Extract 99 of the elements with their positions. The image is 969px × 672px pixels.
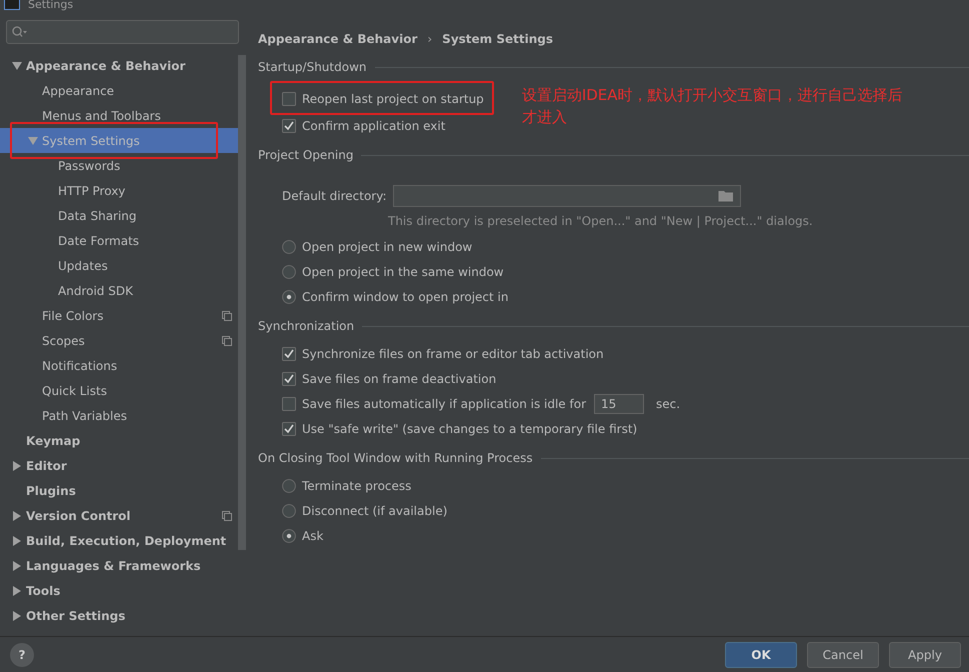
- tree-item-label: Plugins: [26, 484, 76, 498]
- tree-item[interactable]: Scopes: [0, 328, 238, 353]
- collapsed-arrow-icon[interactable]: [12, 586, 22, 596]
- radio-button[interactable]: [282, 240, 296, 254]
- tree-item[interactable]: Version Control: [0, 503, 238, 528]
- dialog-button[interactable]: Cancel: [807, 642, 879, 668]
- radio-button[interactable]: [282, 504, 296, 518]
- tree-item[interactable]: Quick Lists: [0, 378, 238, 403]
- collapsed-arrow-icon[interactable]: [12, 461, 22, 471]
- tree-item-label: Menus and Toolbars: [42, 108, 161, 122]
- directory-field[interactable]: [392, 185, 741, 207]
- tree-item[interactable]: Plugins: [0, 478, 238, 503]
- tree-item-label: Other Settings: [26, 608, 126, 622]
- tree-item[interactable]: Date Formats: [0, 228, 238, 253]
- input-field[interactable]: 15: [594, 394, 644, 414]
- checked-checkbox[interactable]: [282, 346, 296, 360]
- tree-item[interactable]: Menus and Toolbars: [0, 103, 238, 128]
- tree-item-label: HTTP Proxy: [58, 184, 126, 198]
- tree-item[interactable]: Data Sharing: [0, 203, 238, 228]
- tree-item-label: Appearance & Behavior: [26, 58, 186, 72]
- tree-item[interactable]: File Colors: [0, 303, 238, 328]
- dialog-button[interactable]: Apply: [889, 642, 961, 668]
- window-title: Settings: [28, 0, 74, 10]
- tree-item-label: Notifications: [42, 358, 118, 372]
- tree-item-label: Android SDK: [58, 284, 133, 298]
- tree-item[interactable]: Path Variables: [0, 403, 238, 428]
- section-title: Synchronization: [258, 319, 354, 333]
- collapsed-arrow-icon[interactable]: [12, 511, 22, 521]
- checkbox-label[interactable]: Use "safe write" (save changes to a temporary file first): [302, 422, 638, 436]
- tree-item[interactable]: Passwords: [0, 153, 238, 178]
- checked-checkbox[interactable]: [282, 422, 296, 436]
- tree-item-label: Data Sharing: [58, 208, 137, 222]
- tree-item-label: Date Formats: [58, 234, 140, 248]
- collapsed-arrow-icon[interactable]: [12, 536, 22, 546]
- tree-item-label: File Colors: [42, 308, 104, 322]
- radio-label[interactable]: Ask: [302, 528, 324, 542]
- tree-item[interactable]: Languages & Frameworks: [0, 553, 238, 578]
- tree-item-label: Appearance: [42, 84, 114, 98]
- checkbox-label[interactable]: Confirm application exit: [302, 118, 446, 132]
- tree-item-label: System Settings: [42, 134, 140, 148]
- collapsed-arrow-icon[interactable]: [12, 561, 22, 571]
- section-title: Project Opening: [258, 148, 354, 162]
- tree-item[interactable]: Build, Execution, Deployment: [0, 528, 238, 553]
- checkbox-label[interactable]: Save files automatically if application is idle for: [302, 396, 586, 410]
- unit-label: sec.: [656, 396, 680, 410]
- tree-item-label: Scopes: [42, 334, 85, 348]
- breadcrumb-item: System Settings: [442, 32, 553, 46]
- checkbox-label[interactable]: Synchronize files on frame or editor tab activation: [302, 346, 604, 360]
- radio-label[interactable]: Terminate process: [302, 478, 412, 492]
- checked-checkbox[interactable]: [282, 372, 296, 386]
- selected-radio-button[interactable]: [282, 290, 296, 304]
- checkbox[interactable]: [282, 92, 296, 106]
- tree-item-label: Languages & Frameworks: [26, 558, 201, 572]
- annotation-text: 设置启动IDEA时，默认打开小交互窗口，进行自己选择后才进入: [522, 85, 904, 128]
- radio-label[interactable]: Confirm window to open project in: [302, 290, 508, 304]
- tree-item[interactable]: HTTP Proxy: [0, 178, 238, 203]
- tree-item-label: Tools: [26, 584, 60, 598]
- app-icon: [4, 0, 20, 10]
- checked-checkbox[interactable]: [282, 118, 296, 132]
- radio-button[interactable]: [282, 478, 296, 492]
- tree-item[interactable]: Appearance & Behavior: [0, 53, 238, 78]
- radio-button[interactable]: [282, 264, 296, 278]
- collapsed-arrow-icon[interactable]: [12, 611, 22, 621]
- selected-radio-button[interactable]: [282, 528, 296, 542]
- section-title: On Closing Tool Window with Running Process: [258, 451, 533, 465]
- tree-item-label: Editor: [26, 458, 67, 472]
- tree-item-label: Quick Lists: [42, 384, 107, 398]
- radio-label[interactable]: Open project in new window: [302, 240, 472, 254]
- expanded-arrow-icon[interactable]: [12, 61, 22, 71]
- scrollbar[interactable]: [238, 55, 246, 550]
- help-button[interactable]: ?: [10, 642, 34, 666]
- tree-item[interactable]: Appearance: [0, 78, 238, 103]
- tree-item[interactable]: Android SDK: [0, 278, 238, 303]
- hint-text: This directory is preselected in "Open..." and "New | Project..." dialogs.: [387, 213, 813, 230]
- tree-item[interactable]: Tools: [0, 578, 238, 603]
- section-title: Startup/Shutdown: [258, 60, 366, 74]
- folder-icon[interactable]: [718, 190, 734, 202]
- checkbox[interactable]: [282, 396, 296, 410]
- tree-item[interactable]: Keymap: [0, 428, 238, 453]
- tree-item-label: Passwords: [58, 158, 120, 172]
- search-field[interactable]: [6, 20, 239, 44]
- checkbox-label[interactable]: Reopen last project on startup: [302, 92, 484, 106]
- tree-item-label: Path Variables: [42, 408, 128, 422]
- tree-item-label: Updates: [58, 258, 108, 272]
- radio-label[interactable]: Disconnect (if available): [302, 504, 448, 518]
- tree-item[interactable]: Other Settings: [0, 603, 238, 628]
- checkbox-label[interactable]: Save files on frame deactivation: [302, 372, 496, 386]
- tree-item-label: Build, Execution, Deployment: [26, 534, 226, 548]
- field-label: Default directory:: [282, 189, 387, 203]
- tree-item-label: Version Control: [26, 508, 131, 522]
- dialog-button[interactable]: OK: [725, 642, 797, 668]
- search-icon: [12, 26, 28, 38]
- breadcrumb-separator: ›: [427, 32, 432, 46]
- tree-item[interactable]: Updates: [0, 253, 238, 278]
- breadcrumb-item: Appearance & Behavior: [258, 32, 418, 46]
- tree-item[interactable]: Editor: [0, 453, 238, 478]
- tree-item[interactable]: Notifications: [0, 353, 238, 378]
- radio-label[interactable]: Open project in the same window: [302, 264, 504, 278]
- tree-item-label: Keymap: [26, 434, 80, 448]
